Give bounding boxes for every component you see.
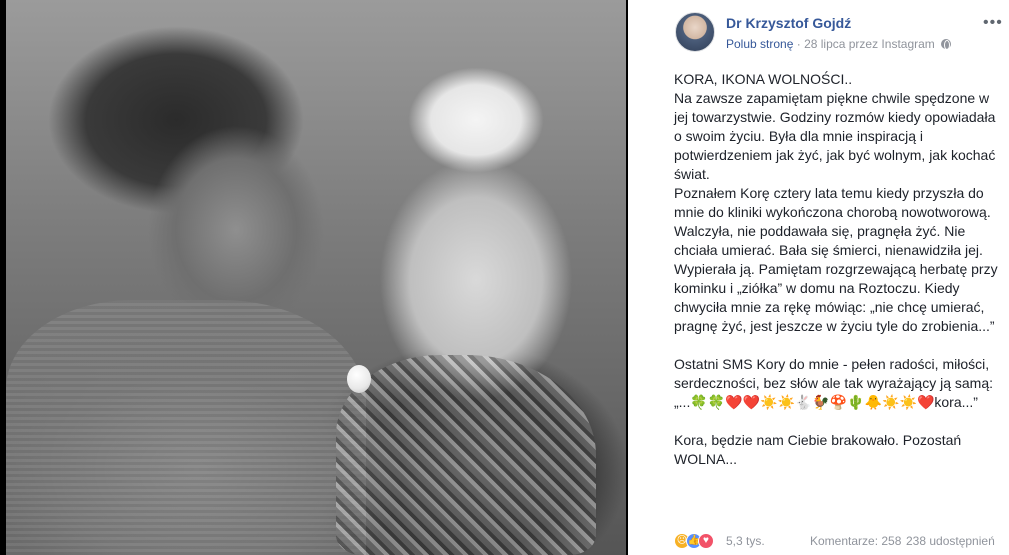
like-page-link[interactable]: Polub stronę <box>726 37 793 51</box>
comments-count-link[interactable]: Komentarze: 258 <box>810 534 901 548</box>
love-reaction-icon: ♥ <box>698 533 714 549</box>
photo-pane[interactable] <box>0 0 628 555</box>
post-photo[interactable] <box>6 0 626 555</box>
globe-icon <box>941 39 952 50</box>
page-name-link[interactable]: Dr Krzysztof Gojdź <box>726 15 851 31</box>
post-body-text: KORA, IKONA WOLNOŚCI.. Na zawsze zapamię… <box>674 71 998 467</box>
meta-separator: · <box>793 37 805 51</box>
more-options-button[interactable]: ••• <box>983 14 1003 32</box>
post-date[interactable]: 28 lipca przez Instagram <box>804 37 935 51</box>
reactions-summary[interactable]: ☹ 👍 ♥ <box>674 533 734 549</box>
post-meta: Polub stronę · 28 lipca przez Instagram <box>726 37 952 51</box>
photo-scarf-shape <box>336 355 596 555</box>
post-footer: ☹ 👍 ♥ 5,3 tys. Komentarze: 258 238 udost… <box>674 533 1004 551</box>
reactions-count[interactable]: 5,3 tys. <box>726 534 765 548</box>
photo-sweater-shape <box>6 300 366 555</box>
photo-earring-shape <box>347 365 371 393</box>
page-avatar[interactable] <box>675 12 715 52</box>
shares-count-link[interactable]: 238 udostępnień <box>906 534 995 548</box>
